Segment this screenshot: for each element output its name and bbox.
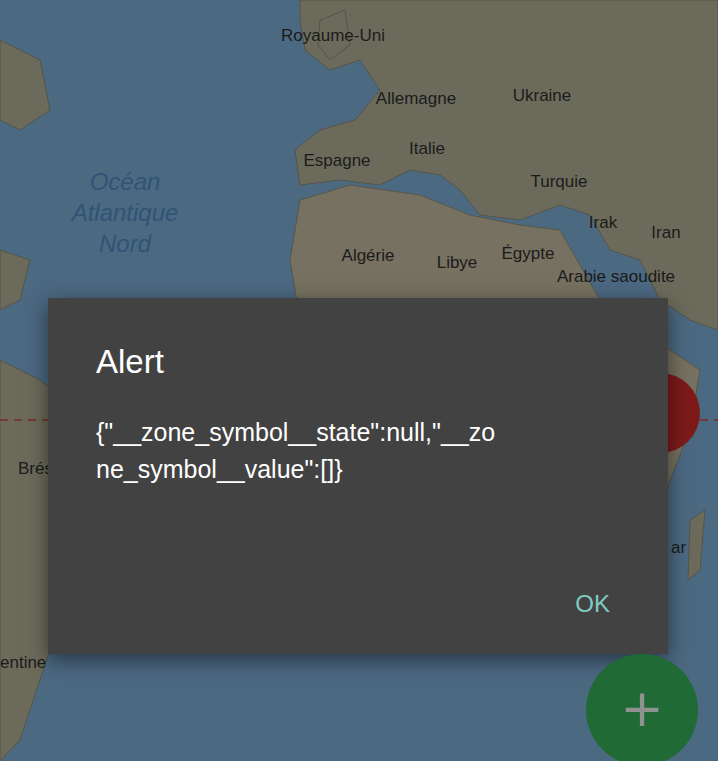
alert-dialog: Alert {"__zone_symbol__state":null,"__zo… <box>48 298 668 654</box>
map-label: Ukraine <box>513 86 572 105</box>
map-label: ar <box>671 538 686 557</box>
map-label: Océan Atlantique Nord <box>60 166 190 259</box>
add-fab[interactable]: + <box>586 654 698 761</box>
dialog-actions: OK <box>96 554 620 630</box>
map-screen: Royaume-Uni Allemagne Ukraine Espagne Italie… <box>0 0 718 761</box>
map-label: Arabie saoudite <box>557 267 675 286</box>
map-label: Irak <box>589 213 617 232</box>
dialog-message: {"__zone_symbol__state":null,"__zone_sym… <box>96 414 496 488</box>
map-label: Algérie <box>342 246 395 265</box>
map-label: Turquie <box>530 172 587 191</box>
map-label: entine <box>0 653 46 672</box>
map-label: Égypte <box>502 244 555 263</box>
dialog-title: Alert <box>96 342 620 382</box>
map-label: Royaume-Uni <box>281 26 385 45</box>
map-label: Libye <box>437 253 478 272</box>
map-label: Espagne <box>303 151 370 170</box>
map-label: Allemagne <box>376 89 456 108</box>
ok-button[interactable]: OK <box>555 578 630 630</box>
map-label: Italie <box>409 139 445 158</box>
plus-icon: + <box>620 680 664 736</box>
map-label: Iran <box>651 223 680 242</box>
